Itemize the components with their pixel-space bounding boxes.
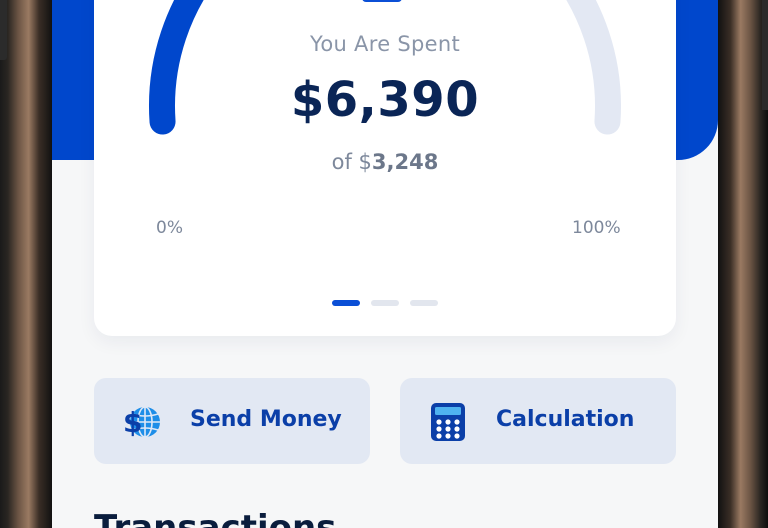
calculator-icon — [431, 403, 465, 441]
spending-limit-value: 3,248 — [371, 150, 439, 174]
spending-title: You Are Spent — [309, 32, 461, 56]
gauge-min-label: 0% — [156, 218, 183, 238]
spending-limit: of $3,248 — [94, 150, 676, 174]
spending-amount: $6,390 — [290, 72, 480, 128]
svg-text:$: $ — [123, 406, 142, 439]
app-screen: You Are Spent $6,390 of $3,248 0% 100% $… — [52, 0, 718, 528]
card-icon — [362, 0, 402, 2]
transactions-heading: Transactions — [94, 508, 337, 528]
spending-limit-prefix: of $ — [331, 150, 372, 174]
phone-frame-right — [718, 0, 768, 528]
carousel-dot[interactable] — [371, 300, 399, 306]
carousel-dot[interactable] — [332, 300, 360, 306]
calculation-button[interactable]: Calculation — [400, 378, 676, 464]
carousel-dot[interactable] — [410, 300, 438, 306]
phone-power-button — [762, 0, 768, 110]
send-money-button[interactable]: $ Send Money — [94, 378, 370, 464]
dollar-globe-icon: $ — [123, 406, 160, 439]
send-money-label: Send Money — [190, 407, 342, 432]
phone-side-button — [0, 0, 7, 60]
spending-card[interactable]: You Are Spent $6,390 of $3,248 0% 100% — [94, 0, 676, 336]
calculation-label: Calculation — [496, 407, 635, 432]
gauge-max-label: 100% — [572, 218, 621, 238]
phone-frame-left — [0, 0, 52, 528]
